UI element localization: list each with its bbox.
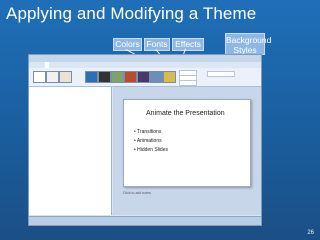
theme-thumb[interactable] — [59, 71, 72, 83]
theme-thumb[interactable] — [33, 71, 46, 83]
slide-bullet: Hidden Slides — [134, 146, 168, 155]
design-ribbon — [29, 68, 261, 87]
powerpoint-window-screenshot: Animate the Presentation Transitions Ani… — [28, 54, 262, 226]
page-number: 26 — [307, 230, 314, 236]
slide-bullet: Animations — [134, 137, 168, 146]
background-styles-button[interactable] — [207, 71, 235, 77]
outline-pane[interactable] — [29, 87, 112, 215]
fonts-callout: Fonts — [144, 38, 170, 51]
background-styles-callout: Background Styles — [225, 33, 272, 55]
theme-thumb[interactable] — [163, 71, 176, 83]
effects-callout: Effects — [172, 38, 204, 51]
theme-thumb[interactable] — [46, 71, 59, 83]
theme-effects-button[interactable] — [179, 80, 197, 86]
theme-thumb[interactable] — [150, 71, 163, 83]
page-title: Applying and Modifying a Theme — [6, 4, 257, 23]
slide-bullet: Transitions — [134, 128, 168, 137]
slide-title: Animate the Presentation — [146, 110, 225, 117]
theme-thumb[interactable] — [124, 71, 137, 83]
slide-bullet-list: Transitions Animations Hidden Slides — [134, 128, 168, 155]
theme-thumb[interactable] — [98, 71, 111, 83]
notes-placeholder[interactable]: Click to add notes — [123, 191, 151, 195]
theme-thumb[interactable] — [85, 71, 98, 83]
slide-editing-area: Animate the Presentation Transitions Ani… — [113, 87, 261, 215]
status-bar — [29, 216, 261, 225]
theme-thumb[interactable] — [137, 71, 150, 83]
background-styles-line1: Background — [226, 35, 272, 45]
theme-thumb[interactable] — [111, 71, 124, 83]
slide-preview[interactable]: Animate the Presentation Transitions Ani… — [123, 99, 251, 187]
window-title-bar — [29, 55, 261, 62]
